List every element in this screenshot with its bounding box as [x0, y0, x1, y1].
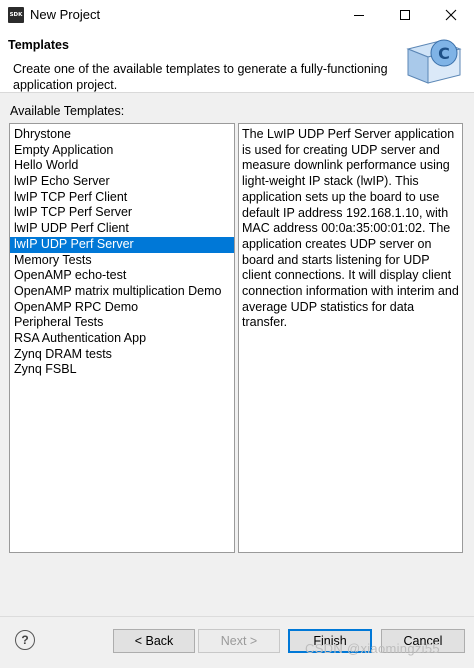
new-c-project-wizard-icon: C	[406, 39, 462, 84]
template-list-item[interactable]: Hello World	[10, 158, 234, 174]
minimize-icon	[354, 15, 364, 16]
footer-divider	[0, 616, 474, 617]
template-list-item[interactable]: Zynq FSBL	[10, 362, 234, 378]
back-button[interactable]: < Back	[113, 629, 195, 653]
template-list-item[interactable]: RSA Authentication App	[10, 331, 234, 347]
maximize-button[interactable]	[382, 0, 428, 30]
window-title: New Project	[30, 7, 101, 22]
help-button[interactable]: ?	[15, 630, 35, 650]
template-list-item[interactable]: OpenAMP RPC Demo	[10, 300, 234, 316]
template-list-item[interactable]: Dhrystone	[10, 127, 234, 143]
template-list-item[interactable]: lwIP Echo Server	[10, 174, 234, 190]
graphic-letter: C	[438, 44, 450, 63]
template-list-item[interactable]: lwIP TCP Perf Client	[10, 190, 234, 206]
maximize-icon	[400, 10, 410, 20]
templates-list-items: Dhrystone Empty Application Hello World lwI…	[10, 124, 234, 378]
next-button[interactable]: Next >	[198, 629, 280, 653]
template-list-item[interactable]: OpenAMP echo-test	[10, 268, 234, 284]
minimize-button[interactable]	[336, 0, 382, 30]
template-list-item[interactable]: Zynq DRAM tests	[10, 347, 234, 363]
help-icon: ?	[21, 633, 29, 647]
template-list-item[interactable]: lwIP TCP Perf Server	[10, 205, 234, 221]
watermark: CSDN @xiaomingzi55	[305, 641, 440, 656]
close-icon	[445, 9, 457, 21]
template-list-item[interactable]: Memory Tests	[10, 253, 234, 269]
template-list-item[interactable]: lwIP UDP Perf Client	[10, 221, 234, 237]
title-bar: SDK New Project	[0, 0, 474, 30]
template-list-item[interactable]: OpenAMP matrix multiplication Demo	[10, 284, 234, 300]
template-list-item[interactable]: Peripheral Tests	[10, 315, 234, 331]
templates-list[interactable]: Dhrystone Empty Application Hello World lwI…	[9, 123, 235, 553]
wizard-header: Templates Create one of the available te…	[0, 30, 474, 93]
close-button[interactable]	[428, 0, 474, 30]
template-list-item[interactable]: Empty Application	[10, 143, 234, 159]
template-list-item[interactable]: lwIP UDP Perf Server	[10, 236, 234, 253]
available-templates-label: Available Templates:	[10, 104, 125, 118]
page-description: Create one of the available templates to…	[13, 62, 388, 92]
page-title: Templates	[8, 38, 69, 52]
template-description: The LwIP UDP Perf Server application is …	[238, 123, 463, 553]
sdk-app-icon: SDK	[8, 7, 24, 23]
